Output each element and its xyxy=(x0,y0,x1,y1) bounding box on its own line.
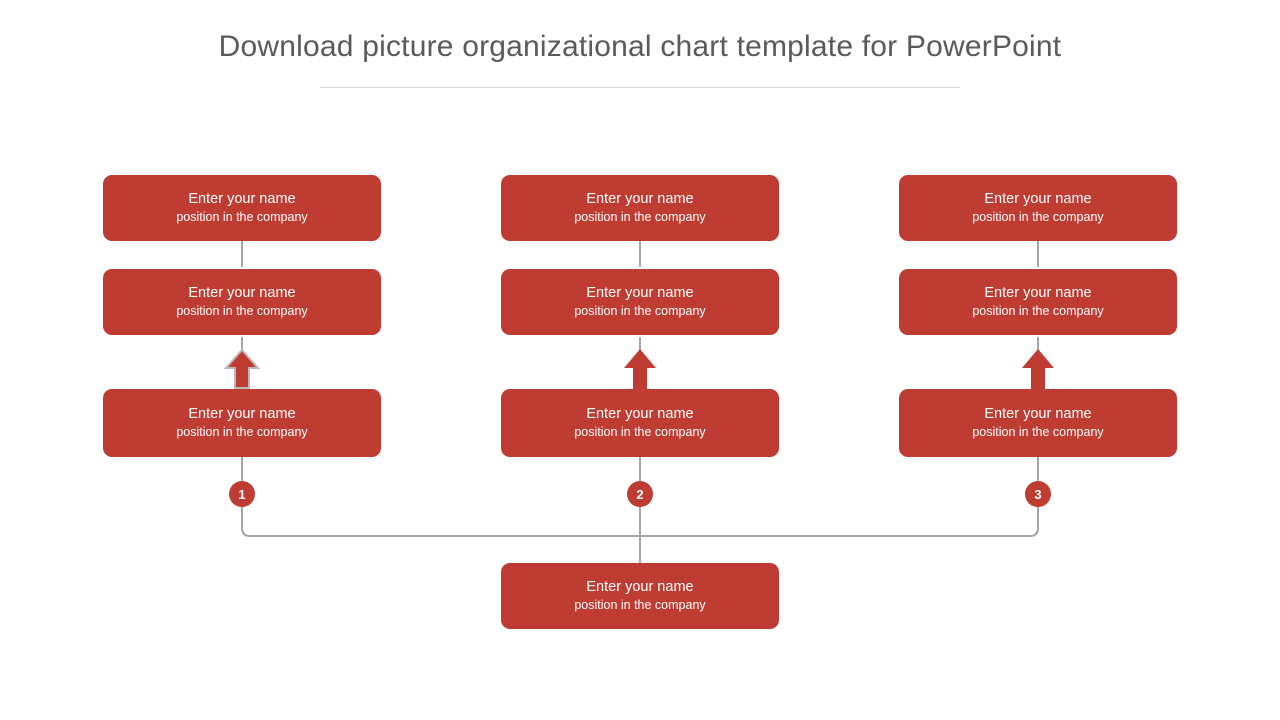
branch-badge-1[interactable]: 1 xyxy=(229,481,255,507)
org-node-name: Enter your name xyxy=(188,191,296,207)
org-node-position: position in the company xyxy=(176,304,308,318)
org-node-position: position in the company xyxy=(176,425,308,439)
org-node-c3-l2[interactable]: Enter your name position in the company xyxy=(899,269,1177,335)
org-node-root[interactable]: Enter your name position in the company xyxy=(501,563,779,629)
branch-badge-3[interactable]: 3 xyxy=(1025,481,1051,507)
org-node-name: Enter your name xyxy=(586,285,694,301)
org-node-c1-l3[interactable]: Enter your name position in the company xyxy=(103,389,381,457)
org-node-name: Enter your name xyxy=(984,191,1092,207)
org-node-name: Enter your name xyxy=(984,285,1092,301)
org-node-c2-l2[interactable]: Enter your name position in the company xyxy=(501,269,779,335)
org-node-name: Enter your name xyxy=(188,406,296,422)
org-node-position: position in the company xyxy=(972,304,1104,318)
org-node-name: Enter your name xyxy=(586,406,694,422)
org-node-c3-l1[interactable]: Enter your name position in the company xyxy=(899,175,1177,241)
org-node-position: position in the company xyxy=(574,425,706,439)
org-node-name: Enter your name xyxy=(984,406,1092,422)
org-node-position: position in the company xyxy=(176,210,308,224)
arrow-up-icon-c1 xyxy=(224,348,260,389)
org-node-name: Enter your name xyxy=(586,579,694,595)
org-node-c3-l3[interactable]: Enter your name position in the company xyxy=(899,389,1177,457)
org-node-position: position in the company xyxy=(972,210,1104,224)
org-node-position: position in the company xyxy=(574,304,706,318)
arrow-up-icon-c2 xyxy=(624,349,656,389)
branch-badge-2[interactable]: 2 xyxy=(627,481,653,507)
org-node-name: Enter your name xyxy=(188,285,296,301)
org-node-position: position in the company xyxy=(574,210,706,224)
org-node-c1-l2[interactable]: Enter your name position in the company xyxy=(103,269,381,335)
org-node-name: Enter your name xyxy=(586,191,694,207)
org-node-c2-l1[interactable]: Enter your name position in the company xyxy=(501,175,779,241)
org-node-position: position in the company xyxy=(972,425,1104,439)
org-node-position: position in the company xyxy=(574,598,706,612)
org-node-c2-l3[interactable]: Enter your name position in the company xyxy=(501,389,779,457)
org-node-c1-l1[interactable]: Enter your name position in the company xyxy=(103,175,381,241)
arrow-up-icon-c3 xyxy=(1022,349,1054,389)
slide-canvas: Download picture organizational chart te… xyxy=(0,0,1280,720)
